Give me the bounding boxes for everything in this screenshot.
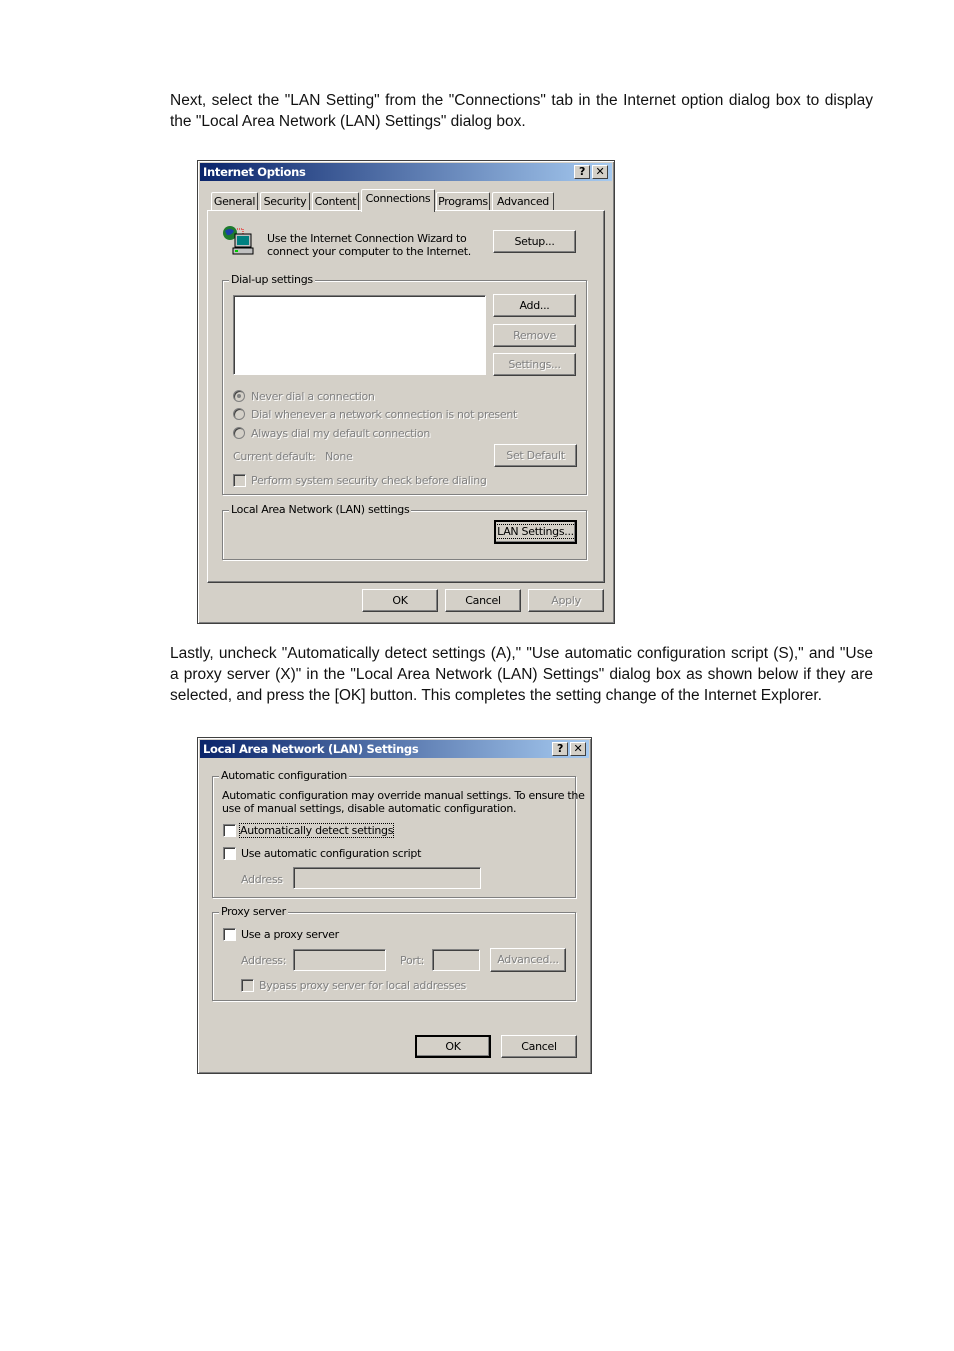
- auto-script-label: Use automatic configuration script: [241, 847, 422, 860]
- script-address-input[interactable]: [293, 867, 481, 889]
- lastly-paragraph: Lastly, uncheck "Automatically detect se…: [170, 645, 873, 704]
- radio-dial-whenever[interactable]: [233, 408, 245, 420]
- cancel-button[interactable]: Cancel: [445, 589, 521, 612]
- title-bar: Local Area Network (LAN) Settings: [200, 740, 589, 758]
- tab-general[interactable]: General: [211, 192, 258, 211]
- port-label: Port:: [400, 954, 425, 967]
- auto-detect-checkbox[interactable]: [223, 824, 236, 837]
- bypass-local-checkbox[interactable]: [241, 979, 254, 992]
- proxy-address-input[interactable]: [293, 949, 386, 971]
- proxy-address-label: Address:: [241, 954, 287, 967]
- auto-legend: Automatic configuration: [219, 769, 349, 783]
- title-bar: Internet Options: [200, 163, 612, 181]
- ok-button[interactable]: OK: [415, 1035, 491, 1058]
- ok-button[interactable]: OK: [362, 589, 438, 612]
- use-proxy-checkbox[interactable]: [223, 928, 236, 941]
- radio-never-dial[interactable]: [233, 390, 245, 402]
- intro-paragraph: Next, select the "LAN Setting" from the …: [170, 92, 873, 130]
- apply-button[interactable]: Apply: [528, 589, 604, 612]
- dialup-legend: Dial-up settings: [229, 273, 315, 287]
- security-check-label: Perform system security check before dia…: [251, 474, 487, 487]
- document-page: Next, select the "LAN Setting" from the …: [0, 0, 954, 1351]
- bypass-local-label: Bypass proxy server for local addresses: [259, 979, 466, 992]
- auto-description-line-1: Automatic configuration may override man…: [222, 789, 585, 802]
- internet-options-dialog: Internet Options ? ✕ General Security Co…: [197, 160, 615, 624]
- tab-programs[interactable]: Programs: [436, 192, 490, 211]
- radio-never-dial-label: Never dial a connection: [251, 390, 375, 403]
- tab-advanced[interactable]: Advanced: [492, 192, 554, 211]
- dialog-title: Local Area Network (LAN) Settings: [203, 742, 419, 756]
- radio-dial-whenever-label: Dial whenever a network connection is no…: [251, 408, 518, 421]
- lan-settings-button-label: LAN Settings...: [495, 524, 576, 539]
- tab-connections[interactable]: Connections: [361, 189, 435, 212]
- auto-detect-label: Automatically detect settings: [238, 823, 395, 838]
- port-input[interactable]: [432, 949, 480, 971]
- auto-description-line-2: use of manual settings, disable automati…: [222, 802, 517, 815]
- use-proxy-label: Use a proxy server: [241, 928, 339, 941]
- security-check-checkbox[interactable]: [233, 474, 246, 487]
- tab-security[interactable]: Security: [260, 192, 310, 211]
- setup-button[interactable]: Setup...: [493, 230, 576, 253]
- tab-content[interactable]: Content: [312, 192, 359, 211]
- dialup-connections-list[interactable]: [233, 295, 486, 375]
- proxy-legend: Proxy server: [219, 905, 288, 919]
- set-default-button[interactable]: Set Default: [494, 444, 577, 467]
- lan-legend: Local Area Network (LAN) settings: [229, 503, 412, 517]
- dialog-title: Internet Options: [203, 165, 306, 179]
- help-button[interactable]: ?: [574, 165, 590, 179]
- settings-button[interactable]: Settings...: [493, 353, 576, 376]
- remove-button[interactable]: Remove: [493, 324, 576, 347]
- close-button[interactable]: ✕: [592, 165, 608, 179]
- add-button[interactable]: Add...: [493, 294, 576, 317]
- cancel-button[interactable]: Cancel: [501, 1035, 577, 1058]
- advanced-button[interactable]: Advanced...: [490, 948, 566, 972]
- current-default-label: Current default:: [233, 450, 316, 463]
- radio-always-dial-label: Always dial my default connection: [251, 427, 431, 440]
- wizard-text-line-2: connect your computer to the Internet.: [267, 245, 471, 258]
- wizard-text-line-1: Use the Internet Connection Wizard to: [267, 232, 467, 245]
- help-button[interactable]: ?: [552, 742, 568, 756]
- lan-settings-dialog: Local Area Network (LAN) Settings ? ✕ Au…: [197, 737, 592, 1074]
- auto-script-checkbox[interactable]: [223, 847, 236, 860]
- close-button[interactable]: ✕: [570, 742, 586, 756]
- lan-settings-button[interactable]: LAN Settings...: [494, 520, 577, 544]
- script-address-label: Address: [241, 873, 283, 886]
- current-default-value: None: [325, 450, 353, 463]
- computer-globe-icon: [222, 225, 256, 257]
- radio-always-dial[interactable]: [233, 427, 245, 439]
